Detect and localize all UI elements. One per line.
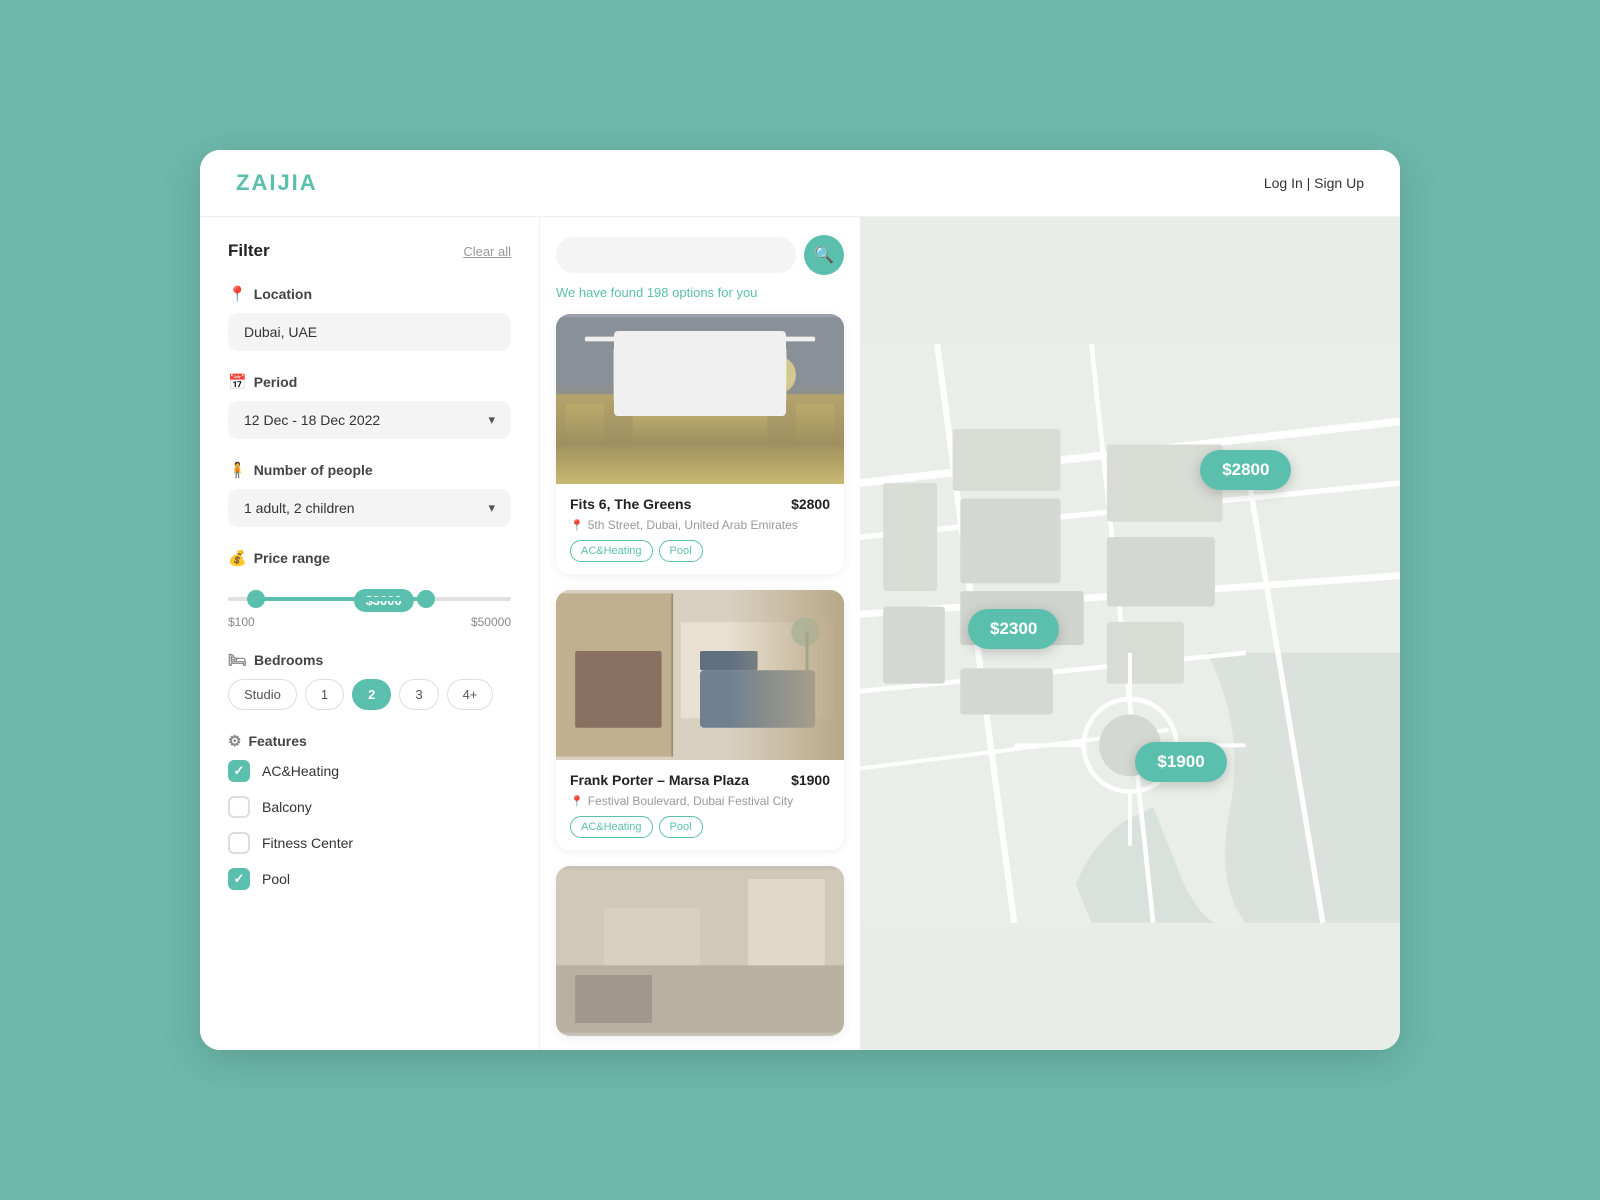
price-range-label: 💰 Price range bbox=[228, 549, 511, 567]
feature-label-ac-heating: AC&Heating bbox=[262, 763, 339, 779]
map-price-1900[interactable]: $1900 bbox=[1135, 742, 1226, 782]
bedrooms-section: 🛏 Bedrooms Studio 1 2 3 4+ bbox=[228, 651, 511, 710]
listing-photo-1 bbox=[556, 314, 844, 484]
search-bar-container: 🔍 bbox=[556, 235, 844, 275]
location-section: 📍 Location bbox=[228, 285, 511, 351]
filter-header: Filter Clear all bbox=[228, 241, 511, 261]
listing-price-2: $1900 bbox=[791, 772, 830, 788]
location-input[interactable] bbox=[228, 313, 511, 351]
listing-price-1: $2800 bbox=[791, 496, 830, 512]
features-icon: ⚙ bbox=[228, 732, 241, 750]
price-range-container: $3000 $100 $50000 bbox=[228, 597, 511, 629]
logo: ZAIJIA bbox=[236, 170, 318, 196]
location-label: 📍 Location bbox=[228, 285, 511, 303]
map-price-2800[interactable]: $2800 bbox=[1200, 450, 1291, 490]
tag-ac-2: AC&Heating bbox=[570, 816, 653, 838]
period-label: 📅 Period bbox=[228, 373, 511, 391]
price-track bbox=[228, 597, 511, 601]
price-min: $100 bbox=[228, 615, 255, 629]
app-container: ZAIJIA Log In | Sign Up Filter Clear all… bbox=[200, 150, 1400, 1050]
clear-all-button[interactable]: Clear all bbox=[463, 244, 511, 259]
search-input[interactable] bbox=[556, 237, 796, 273]
bedroom-btn-3[interactable]: 3 bbox=[399, 679, 438, 710]
listing-photo-2 bbox=[556, 590, 844, 760]
feature-label-balcony: Balcony bbox=[262, 799, 312, 815]
search-icon: 🔍 bbox=[814, 245, 834, 265]
calendar-icon: 📅 bbox=[228, 373, 247, 391]
listing-card-2[interactable]: Frank Porter – Marsa Plaza $1900 📍 Festi… bbox=[556, 590, 844, 850]
tag-ac-1: AC&Heating bbox=[570, 540, 653, 562]
feature-ac-heating: ✓ AC&Heating bbox=[228, 760, 511, 782]
listing-title-row-1: Fits 6, The Greens $2800 bbox=[570, 496, 830, 512]
bedroom-options: Studio 1 2 3 4+ bbox=[228, 679, 511, 710]
content-area: 🔍 We have found 198 options for you bbox=[540, 217, 1400, 1050]
bedroom-btn-2[interactable]: 2 bbox=[352, 679, 391, 710]
listings-panel: 🔍 We have found 198 options for you bbox=[540, 217, 860, 1050]
auth-links[interactable]: Log In | Sign Up bbox=[1264, 175, 1364, 191]
location-icon: 📍 bbox=[228, 285, 247, 303]
results-count: We have found 198 options for you bbox=[556, 285, 844, 300]
listing-photo-svg-1 bbox=[556, 314, 844, 484]
feature-balcony: Balcony bbox=[228, 796, 511, 818]
sidebar: Filter Clear all 📍 Location 📅 Period 12 … bbox=[200, 217, 540, 1050]
price-fill bbox=[256, 597, 426, 601]
people-label: 🧍 Number of people bbox=[228, 461, 511, 479]
listing-card-1[interactable]: Fits 6, The Greens $2800 📍 5th Street, D… bbox=[556, 314, 844, 574]
price-labels: $100 $50000 bbox=[228, 615, 511, 629]
feature-label-fitness-center: Fitness Center bbox=[262, 835, 353, 851]
price-thumb-right[interactable] bbox=[417, 590, 435, 608]
address-pin-icon-1: 📍 bbox=[570, 519, 584, 532]
listing-title-2: Frank Porter – Marsa Plaza bbox=[570, 772, 749, 788]
listing-title-row-2: Frank Porter – Marsa Plaza $1900 bbox=[570, 772, 830, 788]
listing-info-1: Fits 6, The Greens $2800 📍 5th Street, D… bbox=[556, 484, 844, 574]
people-dropdown[interactable]: 1 adult, 2 children ▾ bbox=[228, 489, 511, 527]
map-price-2300[interactable]: $2300 bbox=[968, 609, 1059, 649]
price-max: $50000 bbox=[471, 615, 511, 629]
checkbox-fitness-center[interactable] bbox=[228, 832, 250, 854]
listing-title-1: Fits 6, The Greens bbox=[570, 496, 691, 512]
listing-tags-1: AC&Heating Pool bbox=[570, 540, 830, 562]
listing-address-2: 📍 Festival Boulevard, Dubai Festival Cit… bbox=[570, 794, 830, 808]
checkbox-balcony[interactable] bbox=[228, 796, 250, 818]
listing-info-2: Frank Porter – Marsa Plaza $1900 📍 Festi… bbox=[556, 760, 844, 850]
bedroom-btn-1[interactable]: 1 bbox=[305, 679, 344, 710]
bed-icon: 🛏 bbox=[228, 651, 247, 669]
checkbox-pool[interactable]: ✓ bbox=[228, 868, 250, 890]
address-pin-icon-2: 📍 bbox=[570, 795, 584, 808]
bedroom-btn-4plus[interactable]: 4+ bbox=[447, 679, 494, 710]
checkmark-pool: ✓ bbox=[234, 871, 245, 887]
tag-pool-2: Pool bbox=[659, 816, 703, 838]
chevron-down-icon: ▾ bbox=[488, 412, 495, 428]
feature-fitness-center: Fitness Center bbox=[228, 832, 511, 854]
map-panel: $2800 $2300 $1900 bbox=[860, 217, 1400, 1050]
feature-pool: ✓ Pool bbox=[228, 868, 511, 890]
listing-photo-svg-3 bbox=[556, 866, 844, 1036]
listing-card-3[interactable] bbox=[556, 866, 844, 1036]
period-section: 📅 Period 12 Dec - 18 Dec 2022 ▾ bbox=[228, 373, 511, 439]
bedrooms-label: 🛏 Bedrooms bbox=[228, 651, 511, 669]
filter-title: Filter bbox=[228, 241, 270, 261]
checkmark-ac: ✓ bbox=[234, 763, 245, 779]
listing-photo-svg-2 bbox=[556, 590, 844, 760]
listing-photo-3 bbox=[556, 866, 844, 1036]
chevron-down-icon-people: ▾ bbox=[488, 500, 495, 516]
price-range-section: 💰 Price range $3000 $100 $50000 bbox=[228, 549, 511, 629]
header: ZAIJIA Log In | Sign Up bbox=[200, 150, 1400, 217]
map-svg bbox=[860, 217, 1400, 1050]
price-thumb-left[interactable] bbox=[247, 590, 265, 608]
people-section: 🧍 Number of people 1 adult, 2 children ▾ bbox=[228, 461, 511, 527]
people-icon: 🧍 bbox=[228, 461, 247, 479]
search-button[interactable]: 🔍 bbox=[804, 235, 844, 275]
listing-address-1: 📍 5th Street, Dubai, United Arab Emirate… bbox=[570, 518, 830, 532]
feature-label-pool: Pool bbox=[262, 871, 290, 887]
listing-tags-2: AC&Heating Pool bbox=[570, 816, 830, 838]
period-dropdown[interactable]: 12 Dec - 18 Dec 2022 ▾ bbox=[228, 401, 511, 439]
features-section: ⚙ Features ✓ AC&Heating Balcony Fitness … bbox=[228, 732, 511, 890]
price-icon: 💰 bbox=[228, 549, 247, 567]
bedroom-btn-studio[interactable]: Studio bbox=[228, 679, 297, 710]
tag-pool-1: Pool bbox=[659, 540, 703, 562]
features-label: ⚙ Features bbox=[228, 732, 511, 750]
main-layout: Filter Clear all 📍 Location 📅 Period 12 … bbox=[200, 217, 1400, 1050]
checkbox-ac-heating[interactable]: ✓ bbox=[228, 760, 250, 782]
